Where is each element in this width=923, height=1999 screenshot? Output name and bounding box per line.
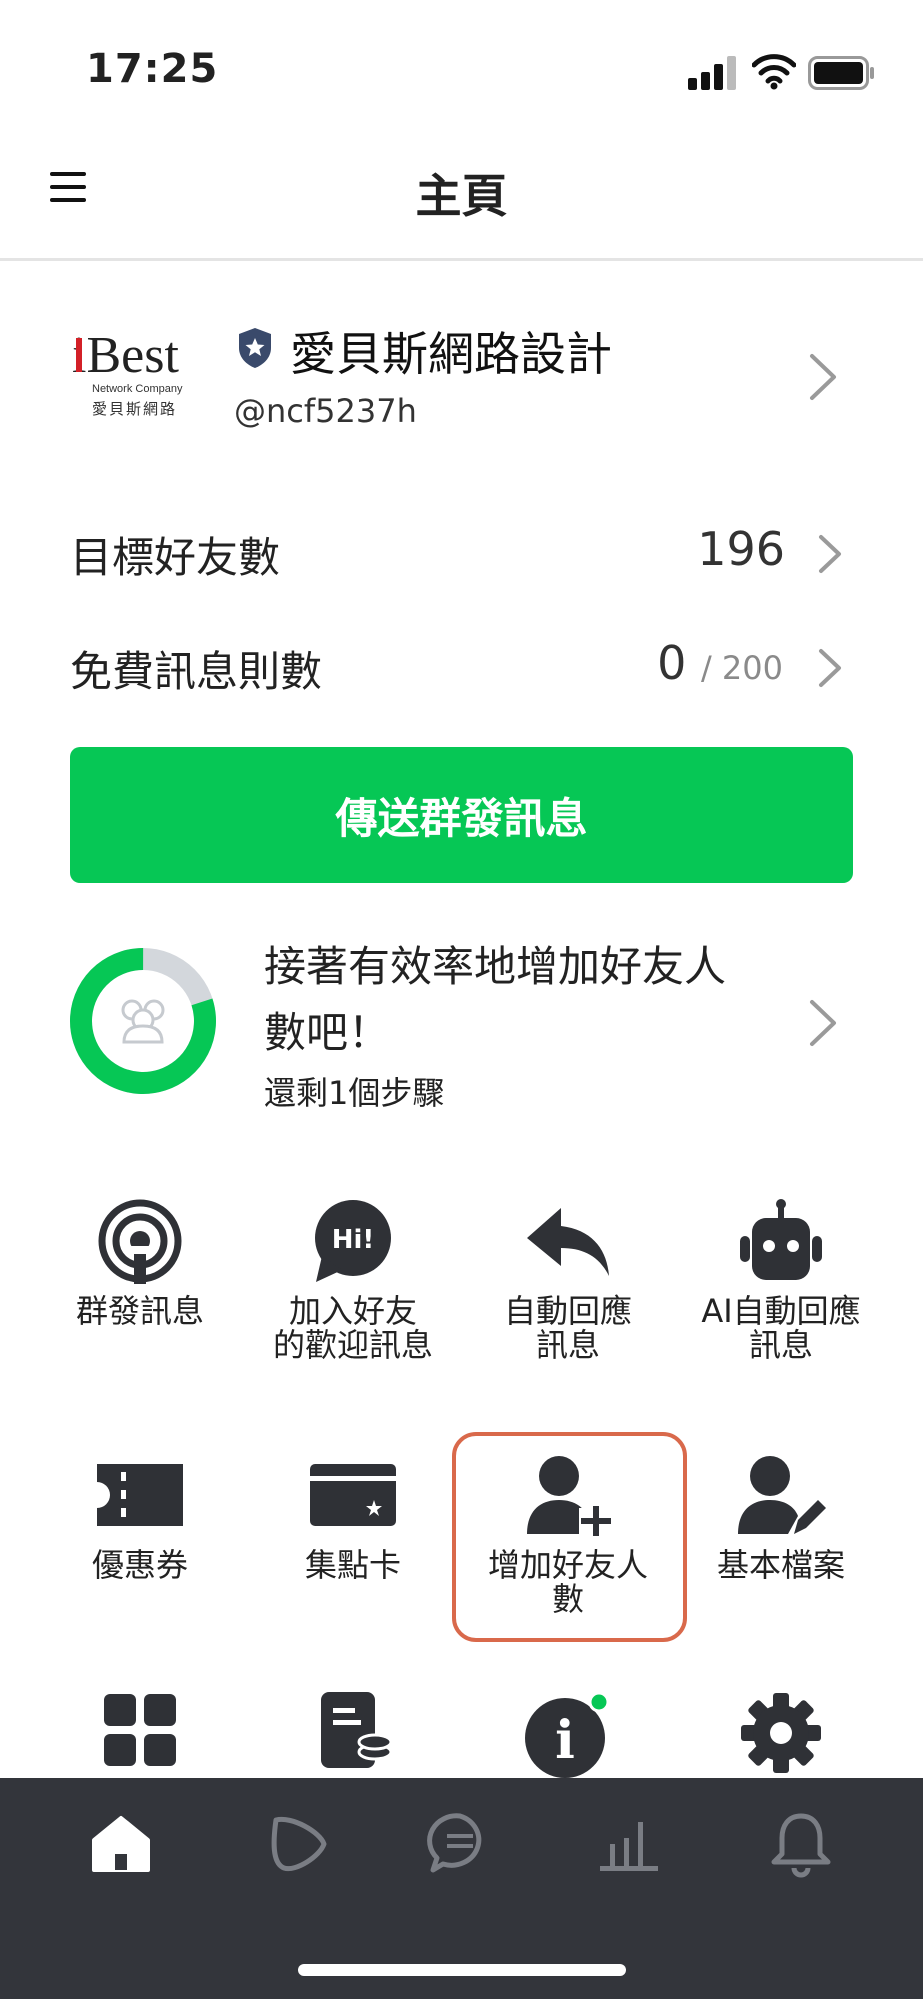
tile-info[interactable]: i bbox=[458, 1690, 678, 1780]
reward-card-icon bbox=[310, 1464, 396, 1526]
tile-settings[interactable] bbox=[671, 1690, 891, 1776]
verified-shield-icon bbox=[239, 328, 271, 368]
gear-icon bbox=[741, 1693, 821, 1773]
cellular-signal-icon bbox=[688, 56, 738, 90]
free-messages-limit: / 200 bbox=[700, 649, 783, 687]
robot-icon bbox=[740, 1199, 822, 1280]
page-title: 主頁 bbox=[415, 169, 508, 223]
add-user-icon bbox=[527, 1456, 613, 1538]
free-messages-used: 0 bbox=[657, 636, 687, 690]
info-icon: i bbox=[525, 1691, 610, 1778]
tile-billing[interactable] bbox=[243, 1690, 463, 1770]
target-friends-label: 目標好友數 bbox=[70, 533, 281, 582]
target-friends-value: 196 bbox=[697, 522, 785, 576]
chevron-right-icon bbox=[810, 354, 836, 400]
tile-label: 基本檔案 bbox=[716, 1546, 845, 1584]
chevron-right-icon bbox=[819, 535, 841, 573]
broadcast-antenna-icon bbox=[98, 1199, 182, 1284]
account-name: 愛貝斯網路設計 bbox=[290, 327, 612, 381]
tile-label: 增加好友人 bbox=[487, 1546, 648, 1584]
tile-add-friends[interactable]: 增加好友人 數 bbox=[458, 1450, 678, 1616]
hi-chat-bubble-icon: Hi! bbox=[315, 1200, 391, 1282]
wifi-icon bbox=[752, 54, 796, 90]
tab-notifications-bell-icon[interactable] bbox=[766, 1808, 836, 1878]
account-id: @ncf5237h bbox=[234, 392, 417, 430]
account-logo: iBest Network Company 愛貝斯網路 bbox=[72, 327, 183, 418]
document-coins-icon bbox=[321, 1692, 393, 1768]
tile-extensions[interactable] bbox=[30, 1690, 250, 1770]
svg-text:愛貝斯網路: 愛貝斯網路 bbox=[92, 400, 177, 418]
send-broadcast-button[interactable]: 傳送群發訊息 bbox=[70, 747, 853, 883]
tile-label: 優惠券 bbox=[91, 1546, 188, 1584]
coupon-ticket-icon bbox=[97, 1464, 183, 1526]
tile-reward-card[interactable]: 集點卡 bbox=[243, 1450, 463, 1582]
tile-label: 集點卡 bbox=[304, 1546, 401, 1584]
grid-apps-icon bbox=[104, 1694, 176, 1766]
tile-label: AI自動回應 bbox=[701, 1292, 861, 1330]
tile-broadcast-message[interactable]: 群發訊息 bbox=[30, 1196, 250, 1328]
tab-voom-icon[interactable] bbox=[262, 1808, 332, 1878]
progress-subtitle: 還剩1個步驟 bbox=[264, 1074, 445, 1112]
free-messages-value: 0 / 200 bbox=[657, 636, 783, 690]
svg-text:Network Company: Network Company bbox=[92, 383, 183, 395]
tile-label: 加入好友 bbox=[288, 1292, 417, 1330]
svg-text:iBest: iBest bbox=[72, 327, 179, 384]
home-indicator bbox=[298, 1964, 626, 1976]
chevron-right-icon bbox=[810, 1000, 836, 1046]
tile-ai-auto-reply[interactable]: AI自動回應 訊息 bbox=[671, 1196, 891, 1362]
svg-text:Hi!: Hi! bbox=[332, 1225, 375, 1255]
progress-ring bbox=[70, 948, 216, 1094]
free-messages-label: 免費訊息則數 bbox=[70, 647, 323, 696]
chevron-right-icon bbox=[819, 649, 841, 687]
tab-analytics-icon[interactable] bbox=[594, 1808, 664, 1878]
tile-coupon[interactable]: 優惠券 bbox=[30, 1450, 250, 1582]
tile-welcome-message[interactable]: Hi! 加入好友 的歡迎訊息 bbox=[243, 1196, 463, 1362]
edit-user-icon bbox=[738, 1456, 826, 1534]
tile-label: 的歡迎訊息 bbox=[272, 1326, 433, 1364]
battery-icon bbox=[808, 56, 874, 90]
reply-arrow-icon bbox=[527, 1208, 609, 1276]
notification-dot bbox=[588, 1691, 610, 1713]
tab-chat-icon[interactable] bbox=[425, 1808, 495, 1878]
tile-label: 訊息 bbox=[535, 1326, 600, 1364]
tab-home-icon[interactable] bbox=[86, 1808, 156, 1878]
friends-group-icon bbox=[121, 999, 165, 1044]
header-divider bbox=[0, 258, 923, 261]
tile-label: 自動回應 bbox=[503, 1292, 632, 1330]
tile-label: 訊息 bbox=[748, 1326, 813, 1364]
tile-label: 數 bbox=[551, 1580, 584, 1618]
status-time: 17:25 bbox=[86, 46, 219, 92]
tile-label: 群發訊息 bbox=[75, 1292, 204, 1330]
progress-title: 接著有效率地增加好友人數吧！ bbox=[264, 942, 727, 1057]
svg-text:i: i bbox=[555, 1710, 575, 1771]
tile-basic-profile[interactable]: 基本檔案 bbox=[671, 1450, 891, 1582]
tile-auto-reply[interactable]: 自動回應 訊息 bbox=[458, 1196, 678, 1362]
